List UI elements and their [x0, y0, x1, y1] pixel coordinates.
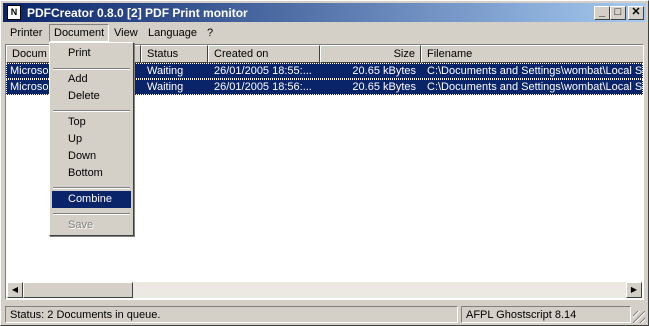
menu-view[interactable]: View: [110, 25, 142, 41]
resize-grip-icon[interactable]: [633, 311, 645, 323]
maximize-button[interactable]: □: [610, 6, 626, 20]
cell-status: Waiting: [147, 81, 184, 93]
column-header-created[interactable]: Created on: [208, 45, 320, 63]
maximize-icon: □: [614, 6, 622, 18]
status-text: Status: 2 Documents in queue.: [5, 306, 458, 323]
cell-size: 20.65 kBytes: [352, 81, 416, 93]
menu-item-combine[interactable]: Combine: [52, 191, 131, 208]
menu-item-down[interactable]: Down: [52, 148, 131, 165]
menu-item-up[interactable]: Up: [52, 131, 131, 148]
column-header-status[interactable]: Status: [141, 45, 208, 63]
menu-language[interactable]: Language: [144, 25, 201, 41]
minimize-button[interactable]: _: [594, 6, 610, 20]
menu-bar: Printer Document View Language ?: [3, 23, 646, 43]
ghostscript-version: AFPL Ghostscript 8.14: [461, 306, 631, 323]
menu-item-bottom[interactable]: Bottom: [52, 165, 131, 182]
status-bar: Status: 2 Documents in queue. AFPL Ghost…: [3, 304, 646, 324]
column-header-filename[interactable]: Filename: [421, 45, 643, 63]
minimize-icon: _: [598, 6, 606, 18]
menu-document[interactable]: Document: [49, 24, 110, 42]
cell-created: 26/01/2005 18:55:...: [214, 65, 312, 77]
close-icon: ✕: [631, 6, 641, 18]
document-menu-dropdown: Print Add Delete Top Up Down Bottom Comb…: [49, 42, 134, 236]
scrollbar-thumb[interactable]: [23, 282, 133, 298]
menu-item-print[interactable]: Print: [52, 45, 131, 62]
menu-item-save: Save: [68, 219, 94, 231]
menu-separator: [53, 68, 130, 70]
menu-item-delete[interactable]: Delete: [52, 88, 131, 105]
menu-separator: [53, 187, 130, 189]
app-window: N PDFCreator 0.8.0 [2] PDF Print monitor…: [0, 0, 649, 326]
menu-item-top[interactable]: Top: [52, 114, 131, 131]
column-header-size[interactable]: Size: [320, 45, 421, 63]
pdf-app-icon[interactable]: N: [7, 5, 21, 20]
scroll-right-arrow-icon[interactable]: ▶: [626, 282, 642, 298]
menu-printer[interactable]: Printer: [6, 25, 46, 41]
cell-size: 20.65 kBytes: [352, 65, 416, 77]
scroll-left-arrow-icon[interactable]: ◀: [7, 282, 23, 298]
close-button[interactable]: ✕: [628, 6, 644, 20]
menu-item-add[interactable]: Add: [52, 71, 131, 88]
menu-help[interactable]: ?: [203, 25, 217, 41]
cell-status: Waiting: [147, 65, 184, 77]
title-bar[interactable]: N PDFCreator 0.8.0 [2] PDF Print monitor…: [3, 3, 646, 22]
cell-filename: C:\Documents and Settings\wombat\Local S…: [427, 65, 644, 77]
horizontal-scrollbar[interactable]: ◀ ▶: [7, 282, 642, 298]
cell-created: 26/01/2005 18:56:...: [214, 81, 312, 93]
menu-separator: [53, 213, 130, 215]
menu-separator: [53, 110, 130, 112]
window-title: PDFCreator 0.8.0 [2] PDF Print monitor: [27, 6, 248, 20]
cell-filename: C:\Documents and Settings\wombat\Local S…: [427, 81, 644, 93]
